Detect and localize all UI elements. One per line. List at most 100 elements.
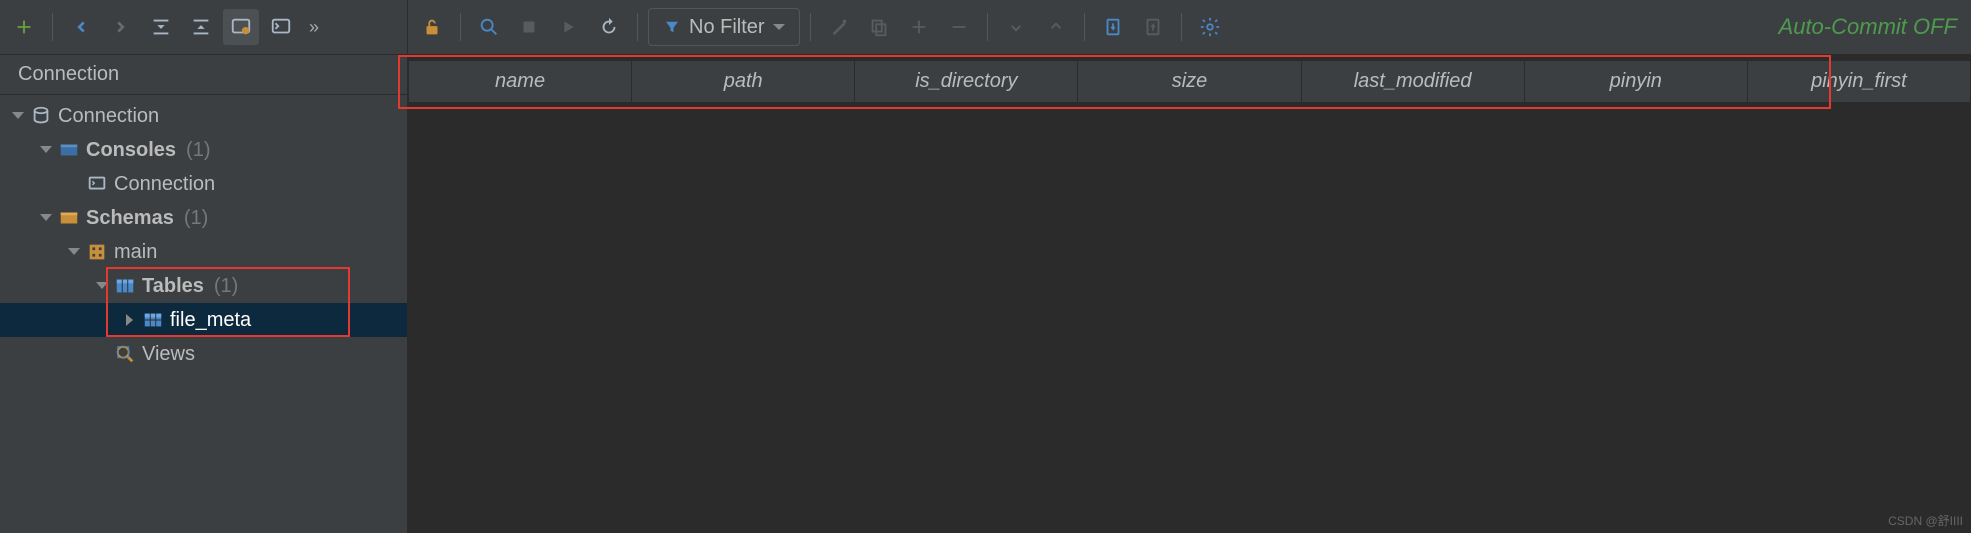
consoles-folder-icon	[58, 139, 80, 161]
terminal-icon	[270, 16, 292, 38]
dropdown-caret-icon	[773, 24, 785, 30]
toolbar-separator	[1181, 13, 1182, 41]
console-gear-icon	[230, 16, 252, 38]
arrow-left-icon	[70, 16, 92, 38]
plus-icon	[908, 16, 930, 38]
settings-button[interactable]	[1192, 9, 1228, 45]
column-header[interactable]: path	[632, 61, 855, 102]
stop-button[interactable]	[511, 9, 547, 45]
tables-folder-icon	[114, 275, 136, 297]
toolbar-separator	[460, 13, 461, 41]
find-button[interactable]	[471, 9, 507, 45]
filter-label: No Filter	[689, 16, 765, 39]
tree-node-main-schema[interactable]: main	[0, 235, 407, 269]
gear-icon	[1199, 16, 1221, 38]
column-header[interactable]: name	[408, 61, 632, 102]
column-header[interactable]: is_directory	[855, 61, 1078, 102]
clipboard-up-icon	[1142, 16, 1164, 38]
stop-icon	[518, 16, 540, 38]
grid-toolbar: No Filter	[408, 0, 1971, 55]
rollback-icon	[1045, 16, 1067, 38]
column-header[interactable]: pinyin	[1525, 61, 1748, 102]
expand-button[interactable]	[183, 9, 219, 45]
explorer-toolbar: »	[0, 0, 407, 55]
chevron-down-icon[interactable]	[38, 143, 52, 157]
chevron-down-icon[interactable]	[94, 279, 108, 293]
lock-open-icon	[421, 16, 443, 38]
table-body-empty[interactable]	[408, 103, 1971, 533]
tree-node-views[interactable]: Views	[0, 337, 407, 371]
tree-label: Views	[142, 343, 195, 366]
nav-forward-button[interactable]	[103, 9, 139, 45]
add-row-button[interactable]	[901, 9, 937, 45]
refresh-icon	[598, 16, 620, 38]
tree-count: (1)	[214, 275, 238, 298]
minus-icon	[948, 16, 970, 38]
filter-dropdown[interactable]: No Filter	[648, 8, 800, 46]
tree-node-connection[interactable]: Connection	[0, 99, 407, 133]
schema-icon	[86, 241, 108, 263]
wand-button[interactable]	[821, 9, 857, 45]
tree-label: file_meta	[170, 309, 251, 332]
import-button[interactable]	[1135, 9, 1171, 45]
open-console-button[interactable]	[263, 9, 299, 45]
toolbar-separator	[810, 13, 811, 41]
lock-button[interactable]	[414, 9, 450, 45]
tree-label: Connection	[58, 105, 159, 128]
refresh-button[interactable]	[591, 9, 627, 45]
column-header[interactable]: last_modified	[1302, 61, 1525, 102]
auto-commit-status[interactable]: Auto-Commit OFF	[1779, 14, 1965, 40]
database-explorer-panel: » Connection Connection Consoles (1)	[0, 0, 408, 533]
toolbar-separator	[637, 13, 638, 41]
tree-node-consoles[interactable]: Consoles (1)	[0, 133, 407, 167]
chevron-down-icon[interactable]	[66, 245, 80, 259]
database-tree[interactable]: Connection Consoles (1) Connection	[0, 95, 407, 533]
chevron-down-icon[interactable]	[38, 211, 52, 225]
export-button[interactable]	[1095, 9, 1131, 45]
wand-icon	[828, 16, 850, 38]
column-header[interactable]: size	[1078, 61, 1301, 102]
toolbar-separator	[1084, 13, 1085, 41]
tree-label: Tables	[142, 275, 204, 298]
database-icon	[30, 105, 52, 127]
console-file-icon	[86, 173, 108, 195]
tree-count: (1)	[184, 207, 208, 230]
panel-title: Connection	[0, 55, 407, 95]
watermark: CSDN @舒IIII	[1888, 512, 1963, 529]
chevron-right-icon[interactable]	[122, 313, 136, 327]
funnel-icon	[663, 18, 681, 36]
tree-label: Connection	[114, 173, 215, 196]
expand-icon	[190, 16, 212, 38]
commit-button[interactable]	[998, 9, 1034, 45]
tree-node-tables[interactable]: Tables (1)	[0, 269, 407, 303]
plus-icon	[13, 16, 35, 38]
resume-button[interactable]	[551, 9, 587, 45]
tree-node-console-item[interactable]: Connection	[0, 167, 407, 201]
nav-back-button[interactable]	[63, 9, 99, 45]
views-icon	[114, 343, 136, 365]
tree-node-schemas[interactable]: Schemas (1)	[0, 201, 407, 235]
column-header[interactable]: pinyin_first	[1748, 61, 1971, 102]
copy-icon	[868, 16, 890, 38]
tree-node-file-meta[interactable]: file_meta	[0, 303, 407, 337]
arrow-right-icon	[110, 16, 132, 38]
chevron-down-icon[interactable]	[10, 109, 24, 123]
tree-count: (1)	[186, 139, 210, 162]
toolbar-separator	[52, 13, 53, 41]
table-column-headers: name path is_directory size last_modifie…	[408, 61, 1971, 103]
schemas-folder-icon	[58, 207, 80, 229]
tree-label: main	[114, 241, 157, 264]
table-icon	[142, 309, 164, 331]
add-button[interactable]	[6, 9, 42, 45]
remove-row-button[interactable]	[941, 9, 977, 45]
toolbar-overflow[interactable]: »	[303, 17, 325, 38]
rollback-button[interactable]	[1038, 9, 1074, 45]
collapse-icon	[150, 16, 172, 38]
console-button[interactable]	[223, 9, 259, 45]
search-icon	[478, 16, 500, 38]
play-lines-icon	[558, 16, 580, 38]
commit-icon	[1005, 16, 1027, 38]
duplicate-button[interactable]	[861, 9, 897, 45]
tree-label: Schemas	[86, 207, 174, 230]
collapse-button[interactable]	[143, 9, 179, 45]
